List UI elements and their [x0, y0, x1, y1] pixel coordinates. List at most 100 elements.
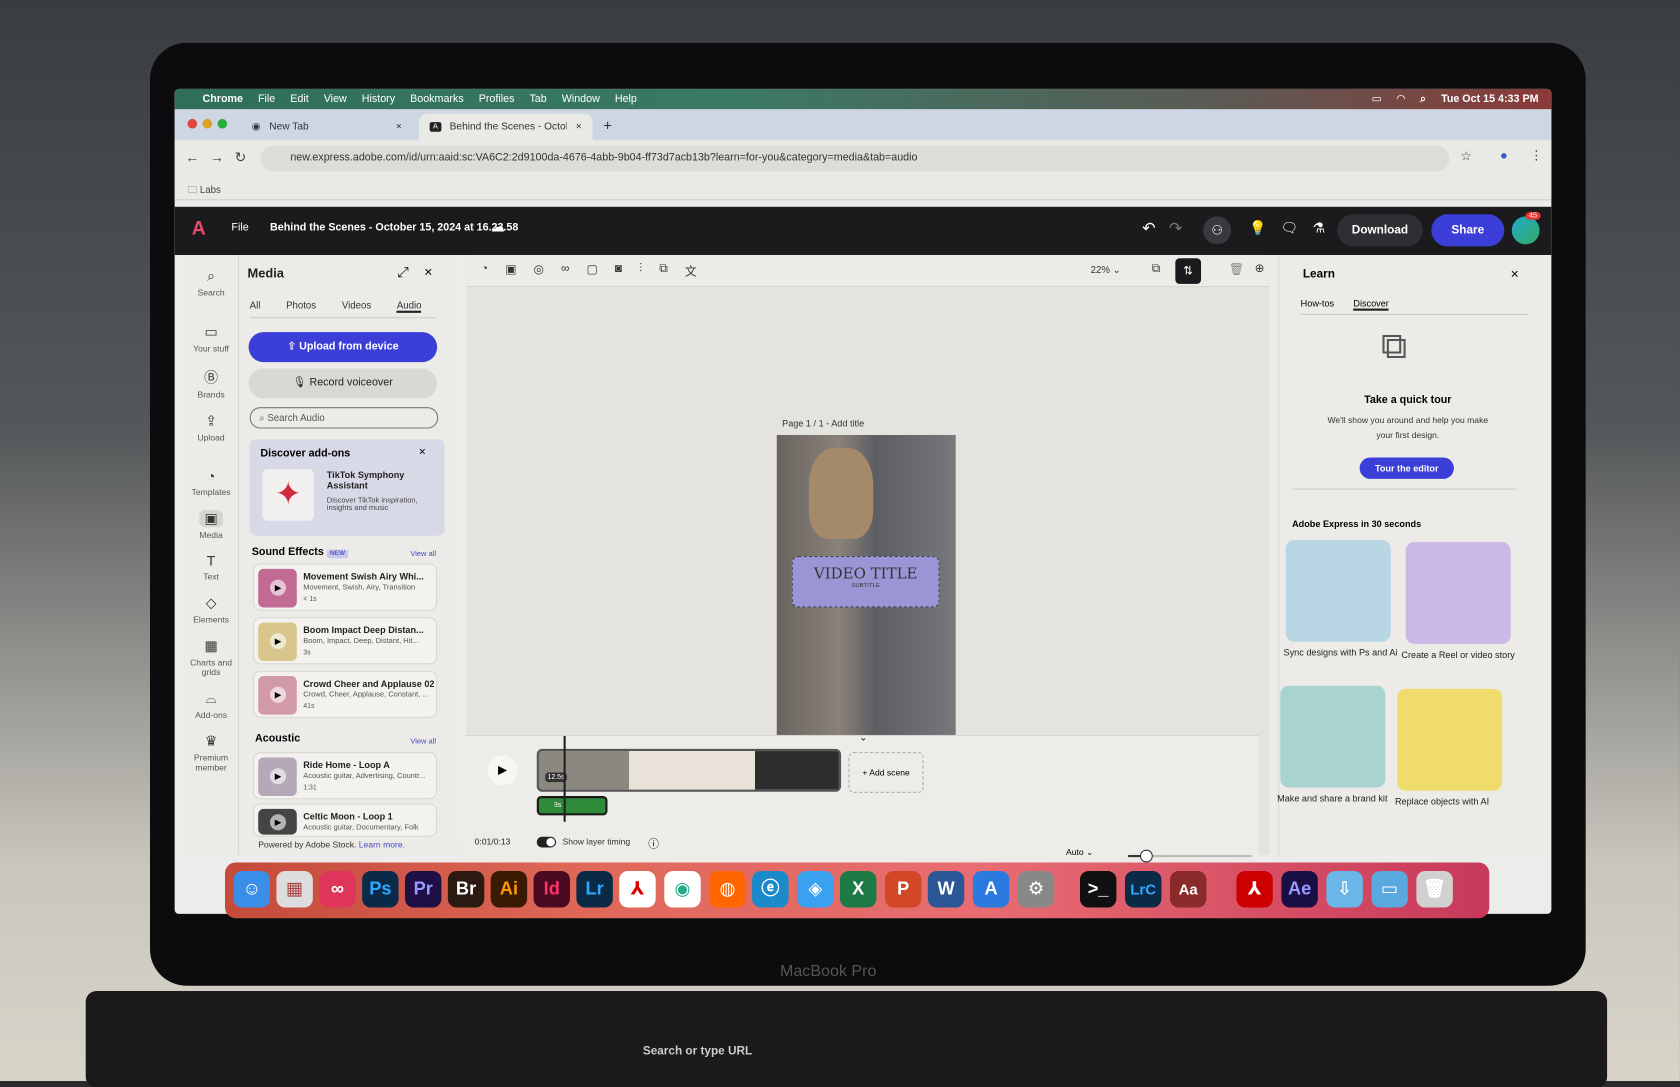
- tab-photos[interactable]: Photos: [286, 300, 316, 313]
- folder-icon[interactable]: ▭: [1371, 871, 1408, 908]
- word-icon[interactable]: W: [927, 871, 965, 908]
- new-tab-button[interactable]: +: [603, 117, 612, 134]
- video-frame[interactable]: VIDEO TITLE SUBTITLE: [776, 434, 956, 748]
- menu-chrome[interactable]: Chrome: [202, 93, 242, 105]
- menu-file[interactable]: File: [258, 93, 275, 105]
- learn-card-sync[interactable]: [1285, 539, 1391, 642]
- expand-icon[interactable]: ⤢: [397, 264, 408, 281]
- cloud-sync-icon[interactable]: ☁: [491, 219, 505, 236]
- rail-charts[interactable]: ▦ Charts and grids: [183, 637, 239, 677]
- learn-card-brand-kit[interactable]: [1280, 685, 1386, 788]
- audio-item[interactable]: ▶ Celtic Moon - Loop 1 Acoustic guitar, Do…: [252, 803, 438, 837]
- downloads-folder-icon[interactable]: ⇩: [1326, 871, 1363, 908]
- translate-icon[interactable]: 文: [685, 262, 697, 279]
- tab-active[interactable]: A Behind the Scenes - October ×: [418, 113, 593, 141]
- acrobat-reader-icon[interactable]: ⅄: [1236, 871, 1273, 908]
- powerpoint-icon[interactable]: P: [884, 871, 922, 908]
- creative-cloud-icon[interactable]: ∞: [319, 871, 356, 908]
- menu-edit[interactable]: Edit: [290, 93, 308, 105]
- tour-editor-button[interactable]: Tour the editor: [1359, 457, 1454, 479]
- rail-addons[interactable]: ⌓ Add-ons: [183, 690, 239, 720]
- play-icon[interactable]: ▶: [269, 633, 287, 650]
- link-icon[interactable]: ∞: [561, 262, 569, 279]
- acrobat-icon[interactable]: ⅄: [619, 871, 656, 908]
- share-button[interactable]: Share: [1431, 214, 1505, 247]
- crop-icon[interactable]: ▣: [505, 262, 516, 279]
- close-icon[interactable]: ×: [1511, 266, 1519, 282]
- comment-icon[interactable]: 🗨: [1280, 220, 1298, 237]
- rail-elements[interactable]: ◇ Elements: [183, 595, 239, 625]
- play-icon[interactable]: ▶: [269, 686, 287, 703]
- close-tab-icon[interactable]: ×: [576, 121, 582, 133]
- search-audio-input[interactable]: ⌕ Search Audio: [249, 407, 439, 429]
- close-icon[interactable]: ×: [419, 446, 426, 459]
- tab-discover[interactable]: Discover: [1353, 298, 1389, 311]
- layers-icon[interactable]: ⧉: [659, 262, 667, 279]
- page-label[interactable]: Page 1 / 1 - Add title: [782, 418, 864, 429]
- spotlight-icon[interactable]: ⌕: [1420, 93, 1426, 105]
- file-menu[interactable]: File: [231, 222, 248, 234]
- app-store-icon[interactable]: A: [972, 871, 1010, 908]
- avatar[interactable]: 45: [1511, 212, 1541, 245]
- delete-icon[interactable]: 🗑: [1229, 262, 1244, 277]
- zoom-select[interactable]: 22% ⌄: [1091, 265, 1121, 277]
- lightbulb-icon[interactable]: 💡: [1249, 220, 1266, 237]
- finder-icon[interactable]: ☺: [233, 871, 270, 908]
- timeline-toggle-icon[interactable]: ⇅: [1175, 258, 1202, 284]
- tab-all[interactable]: All: [250, 300, 261, 313]
- menu-help[interactable]: Help: [615, 93, 637, 105]
- play-icon[interactable]: ▶: [269, 814, 287, 831]
- close-icon[interactable]: ×: [424, 264, 432, 280]
- close-tab-icon[interactable]: ×: [396, 121, 402, 133]
- rail-upload[interactable]: ⇪ Upload: [183, 412, 239, 442]
- play-icon[interactable]: ▶: [269, 768, 287, 785]
- trash-icon[interactable]: 🗑: [1416, 871, 1453, 908]
- fit-select[interactable]: Auto ⌄: [1066, 847, 1093, 857]
- chrome-menu-icon[interactable]: ⋮: [1530, 148, 1543, 163]
- lightroom-icon[interactable]: Lr: [576, 871, 613, 908]
- collapse-timeline-icon[interactable]: ⌄: [859, 732, 867, 744]
- animate-icon[interactable]: ◔: [481, 262, 488, 279]
- video-title-element[interactable]: VIDEO TITLE SUBTITLE: [791, 556, 940, 608]
- learn-card-replace-objects[interactable]: [1397, 688, 1503, 791]
- system-settings-icon[interactable]: ⚙: [1017, 871, 1055, 908]
- adobe-express-logo[interactable]: A: [192, 217, 206, 239]
- undo-icon[interactable]: ↶: [1142, 219, 1155, 238]
- audio-clip[interactable]: 3s: [536, 796, 608, 816]
- wifi-icon[interactable]: ◠: [1397, 93, 1405, 105]
- document-title[interactable]: Behind the Scenes - October 15, 2024 at …: [270, 222, 518, 234]
- rail-search[interactable]: ⌕ Search: [183, 268, 239, 298]
- profile-icon[interactable]: ●: [1500, 148, 1508, 163]
- tab-audio[interactable]: Audio: [396, 300, 422, 313]
- dictionary-icon[interactable]: Aa: [1169, 871, 1207, 908]
- window-controls[interactable]: [187, 118, 228, 129]
- tab-how-tos[interactable]: How-tos: [1301, 298, 1334, 311]
- chrome-icon[interactable]: ◉: [664, 871, 701, 908]
- labs-flask-icon[interactable]: ⚗: [1312, 220, 1324, 237]
- bookmark-labs[interactable]: Labs: [200, 184, 221, 195]
- add-page-icon[interactable]: ⊕: [1255, 261, 1265, 275]
- effects-icon[interactable]: ◎: [534, 262, 544, 279]
- minimize-window-button[interactable]: [202, 118, 213, 129]
- lightroom-classic-icon[interactable]: LrC: [1124, 871, 1162, 908]
- learn-more-link[interactable]: Learn more.: [359, 840, 405, 850]
- rail-brands[interactable]: Ⓑ Brands: [183, 366, 239, 400]
- play-button[interactable]: ▶: [487, 755, 518, 786]
- add-scene-button[interactable]: + Add scene: [848, 752, 924, 793]
- rail-templates[interactable]: ◔ Templates: [183, 468, 239, 497]
- bridge-icon[interactable]: Br: [447, 871, 485, 908]
- touchbar-search[interactable]: Search or type URL: [643, 1045, 752, 1058]
- zoom-window-button[interactable]: [217, 118, 228, 129]
- rail-premium[interactable]: ♛ Premium member: [183, 733, 239, 773]
- pages-icon[interactable]: ⧉: [1152, 262, 1160, 276]
- layer-timing-toggle[interactable]: [536, 836, 557, 848]
- acoustic-view-all-link[interactable]: View all: [410, 738, 436, 745]
- audio-item[interactable]: ▶ Crowd Cheer and Applause 02 Crowd, Cheer…: [252, 670, 438, 718]
- menu-bookmarks[interactable]: Bookmarks: [410, 93, 464, 105]
- rail-your-stuff[interactable]: ▭ Your stuff: [183, 324, 239, 354]
- clock[interactable]: Tue Oct 15 4:33 PM: [1441, 93, 1538, 105]
- rail-text[interactable]: T Text: [183, 553, 239, 582]
- audio-item[interactable]: ▶ Boom Impact Deep Distan... Boom, Impact,…: [252, 617, 438, 665]
- learn-card-reel[interactable]: [1405, 542, 1511, 644]
- redo-icon[interactable]: ↷: [1169, 219, 1182, 238]
